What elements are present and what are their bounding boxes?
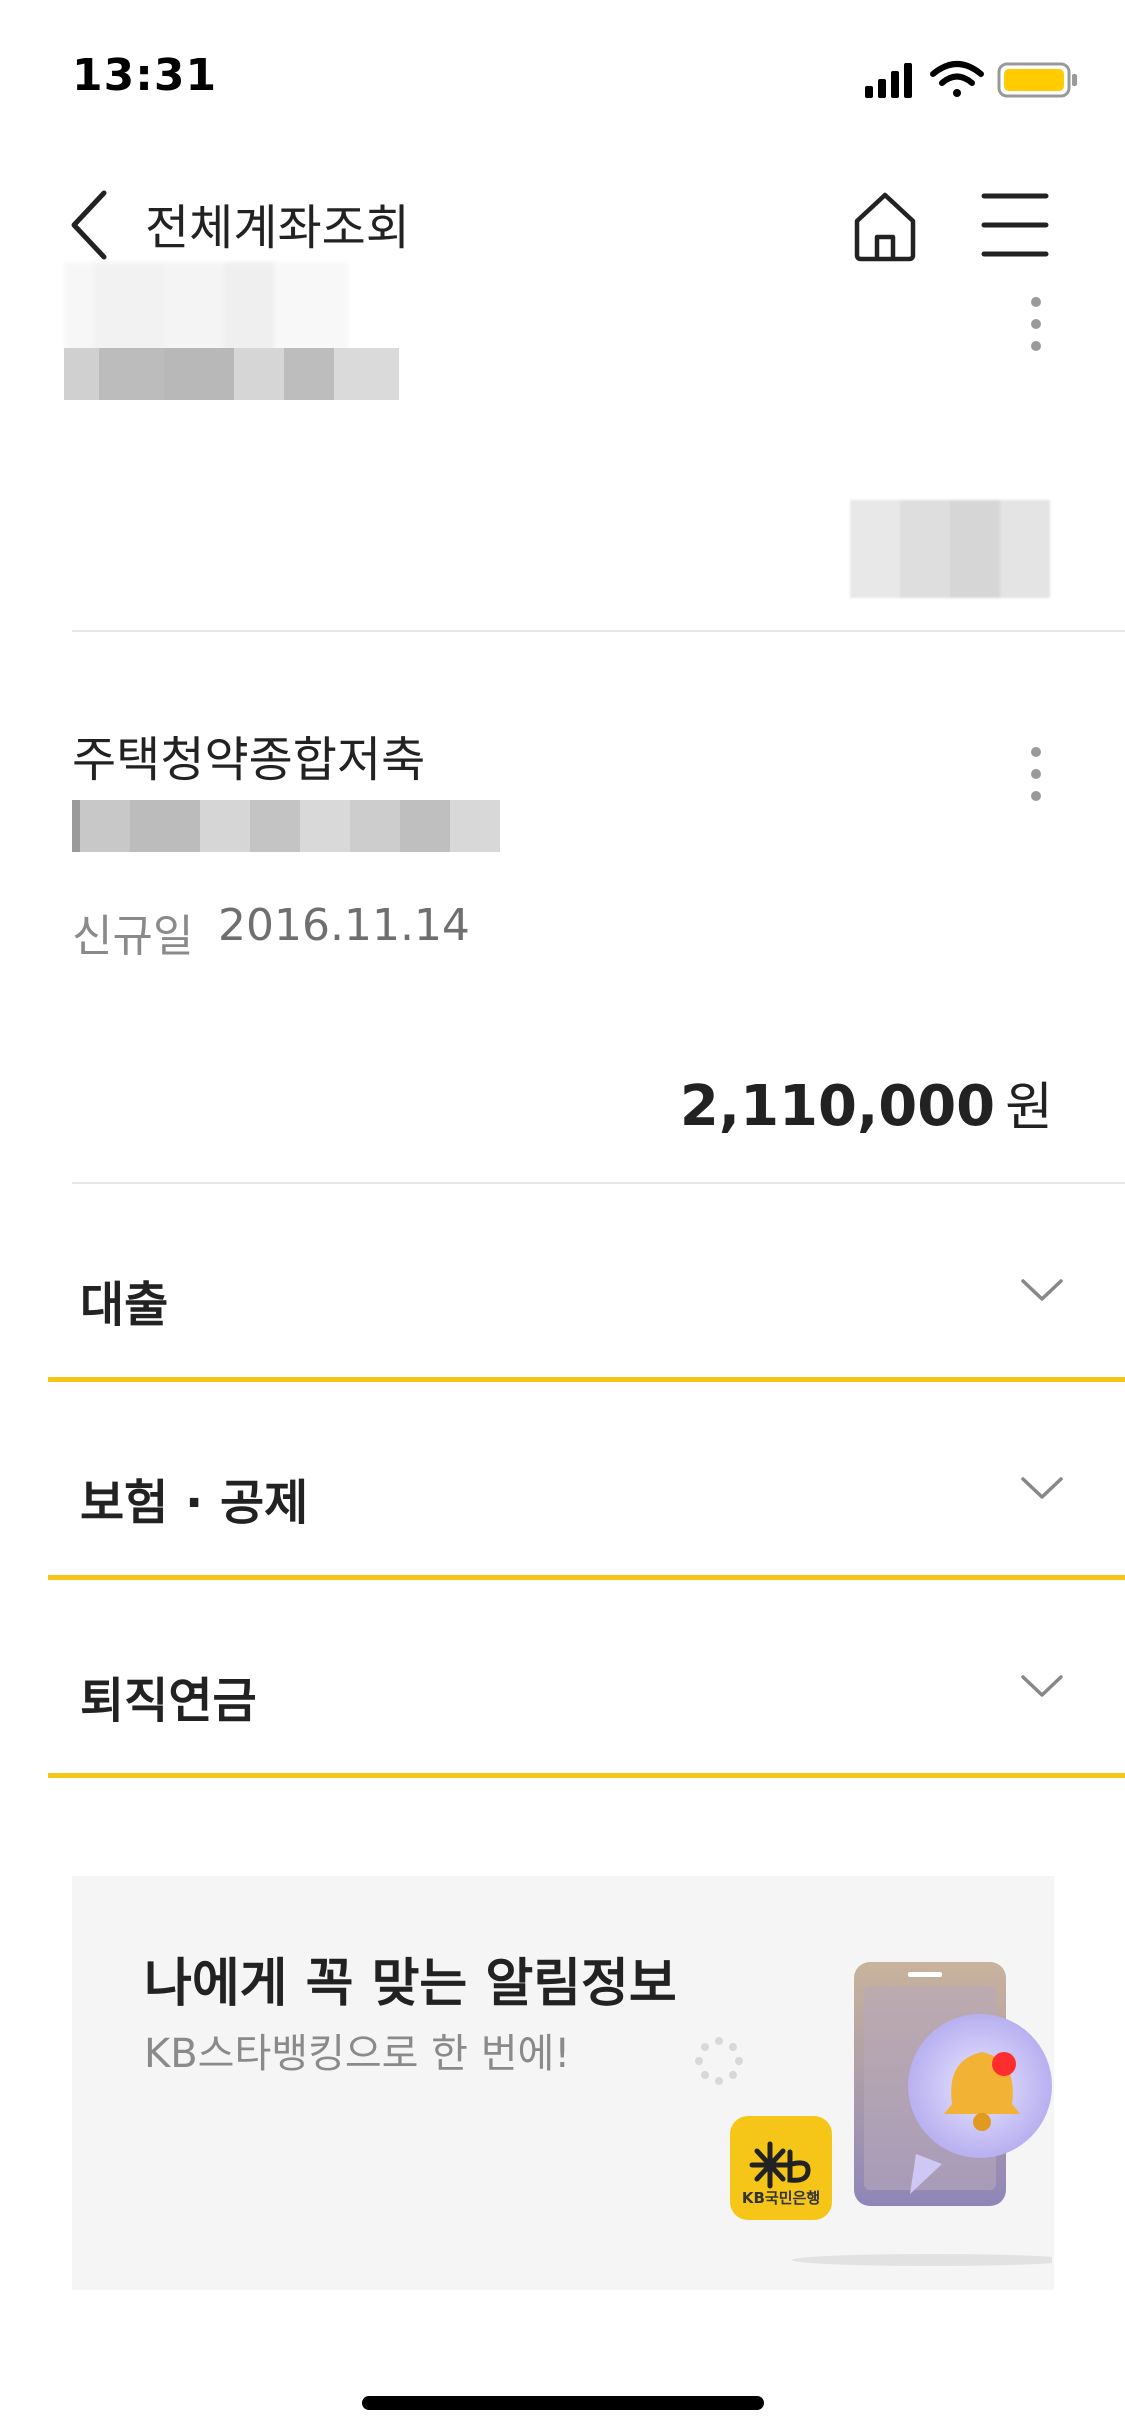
promo-banner[interactable]: 나에게 꼭 맞는 알림정보 KB스타뱅킹으로 한 번에! KB국민은행 [72, 1876, 1054, 2290]
account-balance: 2,110,000 원 [680, 1065, 1053, 1140]
home-icon [854, 192, 916, 262]
new-date-value: 2016.11.14 [218, 900, 470, 951]
kb-logo: KB국민은행 [730, 2116, 832, 2220]
account-more-button[interactable] [1016, 288, 1056, 368]
new-date-label: 신규일 [72, 911, 194, 962]
signal-icon [865, 63, 912, 98]
section-divider [48, 1773, 1125, 1778]
hamburger-icon [981, 193, 1049, 257]
account-more-button[interactable] [1016, 738, 1056, 818]
banner-title: 나에게 꼭 맞는 알림정보 [144, 1954, 677, 2014]
section-divider [48, 1377, 1125, 1382]
wifi-icon [930, 61, 984, 97]
home-indicator [362, 2396, 764, 2410]
home-button[interactable] [845, 185, 925, 265]
menu-button[interactable] [980, 190, 1050, 260]
section-title: 대출 [80, 1277, 169, 1333]
page-title: 전체계좌조회 [145, 200, 410, 256]
banner-subtitle: KB스타뱅킹으로 한 번에! [144, 2031, 571, 2077]
divider [72, 1182, 1125, 1184]
account-name: 주택청약종합저축 [72, 732, 426, 788]
redacted-account-number [72, 800, 500, 852]
section-insurance[interactable]: 보험 · 공제 [48, 1395, 1125, 1580]
section-loan[interactable]: 대출 [48, 1197, 1125, 1382]
section-divider [48, 1575, 1125, 1580]
back-button[interactable] [60, 185, 120, 265]
section-title: 퇴직연금 [80, 1673, 257, 1729]
balance-unit: 원 [1005, 1078, 1053, 1138]
redacted-account-name [64, 262, 349, 352]
chevron-down-icon [1021, 1675, 1063, 1697]
status-time: 13:31 [72, 50, 218, 101]
section-pension[interactable]: 퇴직연금 [48, 1593, 1125, 1778]
kb-logo-text: KB국민은행 [741, 2189, 821, 2207]
balance-amount: 2,110,000 [679, 1074, 996, 1139]
chevron-left-icon [71, 190, 107, 260]
redacted-balance [850, 500, 1050, 598]
section-title: 보험 · 공제 [80, 1475, 309, 1531]
redacted-account-number [64, 348, 399, 400]
chevron-down-icon [1021, 1279, 1063, 1301]
chevron-down-icon [1021, 1477, 1063, 1499]
status-icons [865, 61, 1077, 98]
divider [72, 630, 1125, 632]
battery-icon [997, 62, 1077, 98]
